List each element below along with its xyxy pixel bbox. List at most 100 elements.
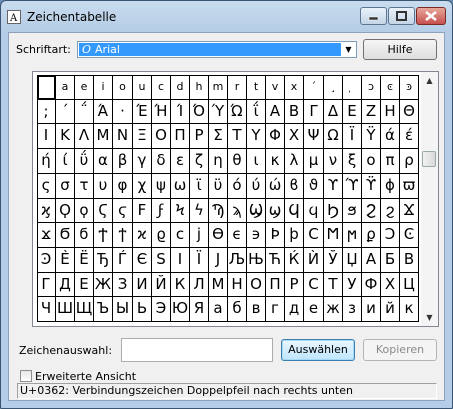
char-cell[interactable]: Ί — [171, 100, 190, 124]
char-cell[interactable]: а — [209, 297, 228, 322]
char-cell[interactable]: Ч — [37, 297, 56, 322]
close-button[interactable] — [416, 7, 446, 25]
char-cell[interactable]: Ϣ — [247, 199, 266, 223]
char-cell[interactable]: έ — [400, 124, 419, 149]
char-cell[interactable]: ϱ — [152, 223, 171, 248]
minimize-button[interactable] — [360, 7, 387, 25]
char-cell[interactable]: У — [343, 273, 362, 297]
char-cell[interactable]: ϊ — [190, 174, 209, 199]
char-cell[interactable]: Є — [133, 248, 152, 273]
char-cell[interactable]: А — [362, 248, 381, 273]
char-cell[interactable]: Ы — [113, 297, 133, 322]
char-cell[interactable]: Ϥ — [285, 199, 304, 223]
char-cell[interactable]: б — [228, 297, 247, 322]
advanced-view-label[interactable]: Erweiterte Ansicht — [35, 370, 136, 383]
title-bar[interactable]: A Zeichentabelle — [1, 1, 452, 33]
char-cell[interactable]: ΄ — [56, 100, 75, 124]
char-cell[interactable]: Π — [171, 124, 190, 149]
char-cell[interactable]: ϧ — [343, 199, 362, 223]
char-cell[interactable]: Н — [228, 273, 247, 297]
char-cell[interactable]: Ͼ — [400, 223, 419, 248]
char-cell[interactable]: Л — [190, 273, 209, 297]
char-cell[interactable]: Γ — [304, 100, 324, 124]
char-cell[interactable]: ϴ — [209, 223, 228, 248]
char-cell[interactable]: ͽ — [400, 75, 419, 100]
char-cell[interactable]: ϯ — [113, 223, 133, 248]
char-cell[interactable]: Ђ — [94, 248, 113, 273]
char-cell[interactable]: ϻ — [343, 223, 362, 248]
char-cell[interactable]: ͼ — [381, 75, 400, 100]
copy-button[interactable]: Kopieren — [363, 339, 437, 361]
char-cell[interactable]: Џ — [343, 248, 362, 273]
char-cell[interactable]: г — [266, 297, 285, 322]
char-cell[interactable]: · — [113, 100, 133, 124]
char-cell[interactable]: Ѐ — [56, 248, 75, 273]
char-cell[interactable]: υ — [94, 174, 113, 199]
char-cell[interactable]: ϐ — [285, 174, 304, 199]
character-grid[interactable]: aeioucdhmrtvx´¸ͅͻͼͽ;΄΅Ά·ΈΉΊΌΎΏΐΑΒΓΔΕΖΗΘ Ι… — [37, 75, 419, 322]
char-cell[interactable]: ϓ — [343, 174, 362, 199]
char-cell[interactable]: Ю — [171, 297, 190, 322]
grid-scrollbar[interactable]: ▲ ▼ — [421, 72, 438, 326]
char-cell[interactable]: Μ — [94, 124, 113, 149]
char-cell[interactable]: Ε — [343, 100, 362, 124]
char-cell[interactable]: τ — [75, 174, 94, 199]
char-cell[interactable]: ¸ — [324, 75, 343, 100]
char-cell[interactable]: Ϸ — [266, 223, 285, 248]
char-cell[interactable]: α — [94, 149, 113, 174]
char-cell[interactable]: Ј — [209, 248, 228, 273]
char-cell[interactable]: ϼ — [362, 223, 381, 248]
char-cell[interactable]: С — [304, 273, 324, 297]
scroll-thumb[interactable] — [422, 151, 436, 167]
char-cell[interactable]: Ζ — [362, 100, 381, 124]
char-cell[interactable]: t — [247, 75, 266, 100]
scroll-up-arrow-icon[interactable]: ▲ — [421, 72, 438, 89]
char-cell[interactable]: Ё — [75, 248, 94, 273]
char-cell[interactable]: и — [362, 297, 381, 322]
char-cell[interactable]: ϳ — [190, 223, 209, 248]
char-cell[interactable]: Λ — [75, 124, 94, 149]
char-cell[interactable]: ϔ — [362, 174, 381, 199]
char-cell[interactable]: К — [171, 273, 190, 297]
char-cell[interactable]: ώ — [266, 174, 285, 199]
font-dropdown[interactable]: O Arial ▼ — [77, 41, 357, 58]
char-cell[interactable]: ´ — [304, 75, 324, 100]
char-cell[interactable]: Ќ — [285, 248, 304, 273]
char-cell[interactable]: Σ — [209, 124, 228, 149]
char-cell[interactable]: в — [247, 297, 266, 322]
char-cell[interactable]: m — [209, 75, 228, 100]
char-cell[interactable]: ϑ — [304, 174, 324, 199]
char-cell[interactable]: Ѓ — [113, 248, 133, 273]
char-cell[interactable]: И — [133, 273, 152, 297]
scroll-down-arrow-icon[interactable]: ▼ — [421, 309, 438, 326]
char-cell[interactable]: Τ — [228, 124, 247, 149]
char-cell[interactable]: Ϛ — [94, 199, 113, 223]
char-cell[interactable]: ΰ — [75, 149, 94, 174]
char-cell[interactable]: ϶ — [247, 223, 266, 248]
char-cell[interactable]: Ў — [324, 248, 343, 273]
char-cell[interactable]: ϟ — [190, 199, 209, 223]
char-cell[interactable]: Ϧ — [324, 199, 343, 223]
char-cell[interactable]: Ύ — [209, 100, 228, 124]
char-cell[interactable]: ν — [324, 149, 343, 174]
char-cell[interactable]: Б — [381, 248, 400, 273]
char-cell[interactable]: Ш — [56, 297, 75, 322]
char-cell[interactable]: ή — [37, 149, 56, 174]
char-cell[interactable]: π — [381, 149, 400, 174]
char-cell[interactable]: u — [133, 75, 152, 100]
char-cell[interactable]: з — [343, 297, 362, 322]
char-cell[interactable]: Т — [324, 273, 343, 297]
char-cell[interactable]: ϡ — [228, 199, 247, 223]
char-cell[interactable]: Ι — [37, 124, 56, 149]
char-cell[interactable]: d — [171, 75, 190, 100]
char-cell[interactable]: Κ — [56, 124, 75, 149]
char-cell[interactable]: Ϻ — [324, 223, 343, 248]
select-button[interactable]: Auswählen — [281, 339, 355, 361]
char-cell[interactable]: Ϟ — [171, 199, 190, 223]
char-cell[interactable]: З — [113, 273, 133, 297]
char-cell[interactable]: ΐ — [247, 100, 266, 124]
char-cell[interactable]: ς — [37, 174, 56, 199]
char-cell[interactable]: Ͽ — [37, 248, 56, 273]
char-cell[interactable]: Щ — [75, 297, 94, 322]
char-cell[interactable]: Φ — [266, 124, 285, 149]
